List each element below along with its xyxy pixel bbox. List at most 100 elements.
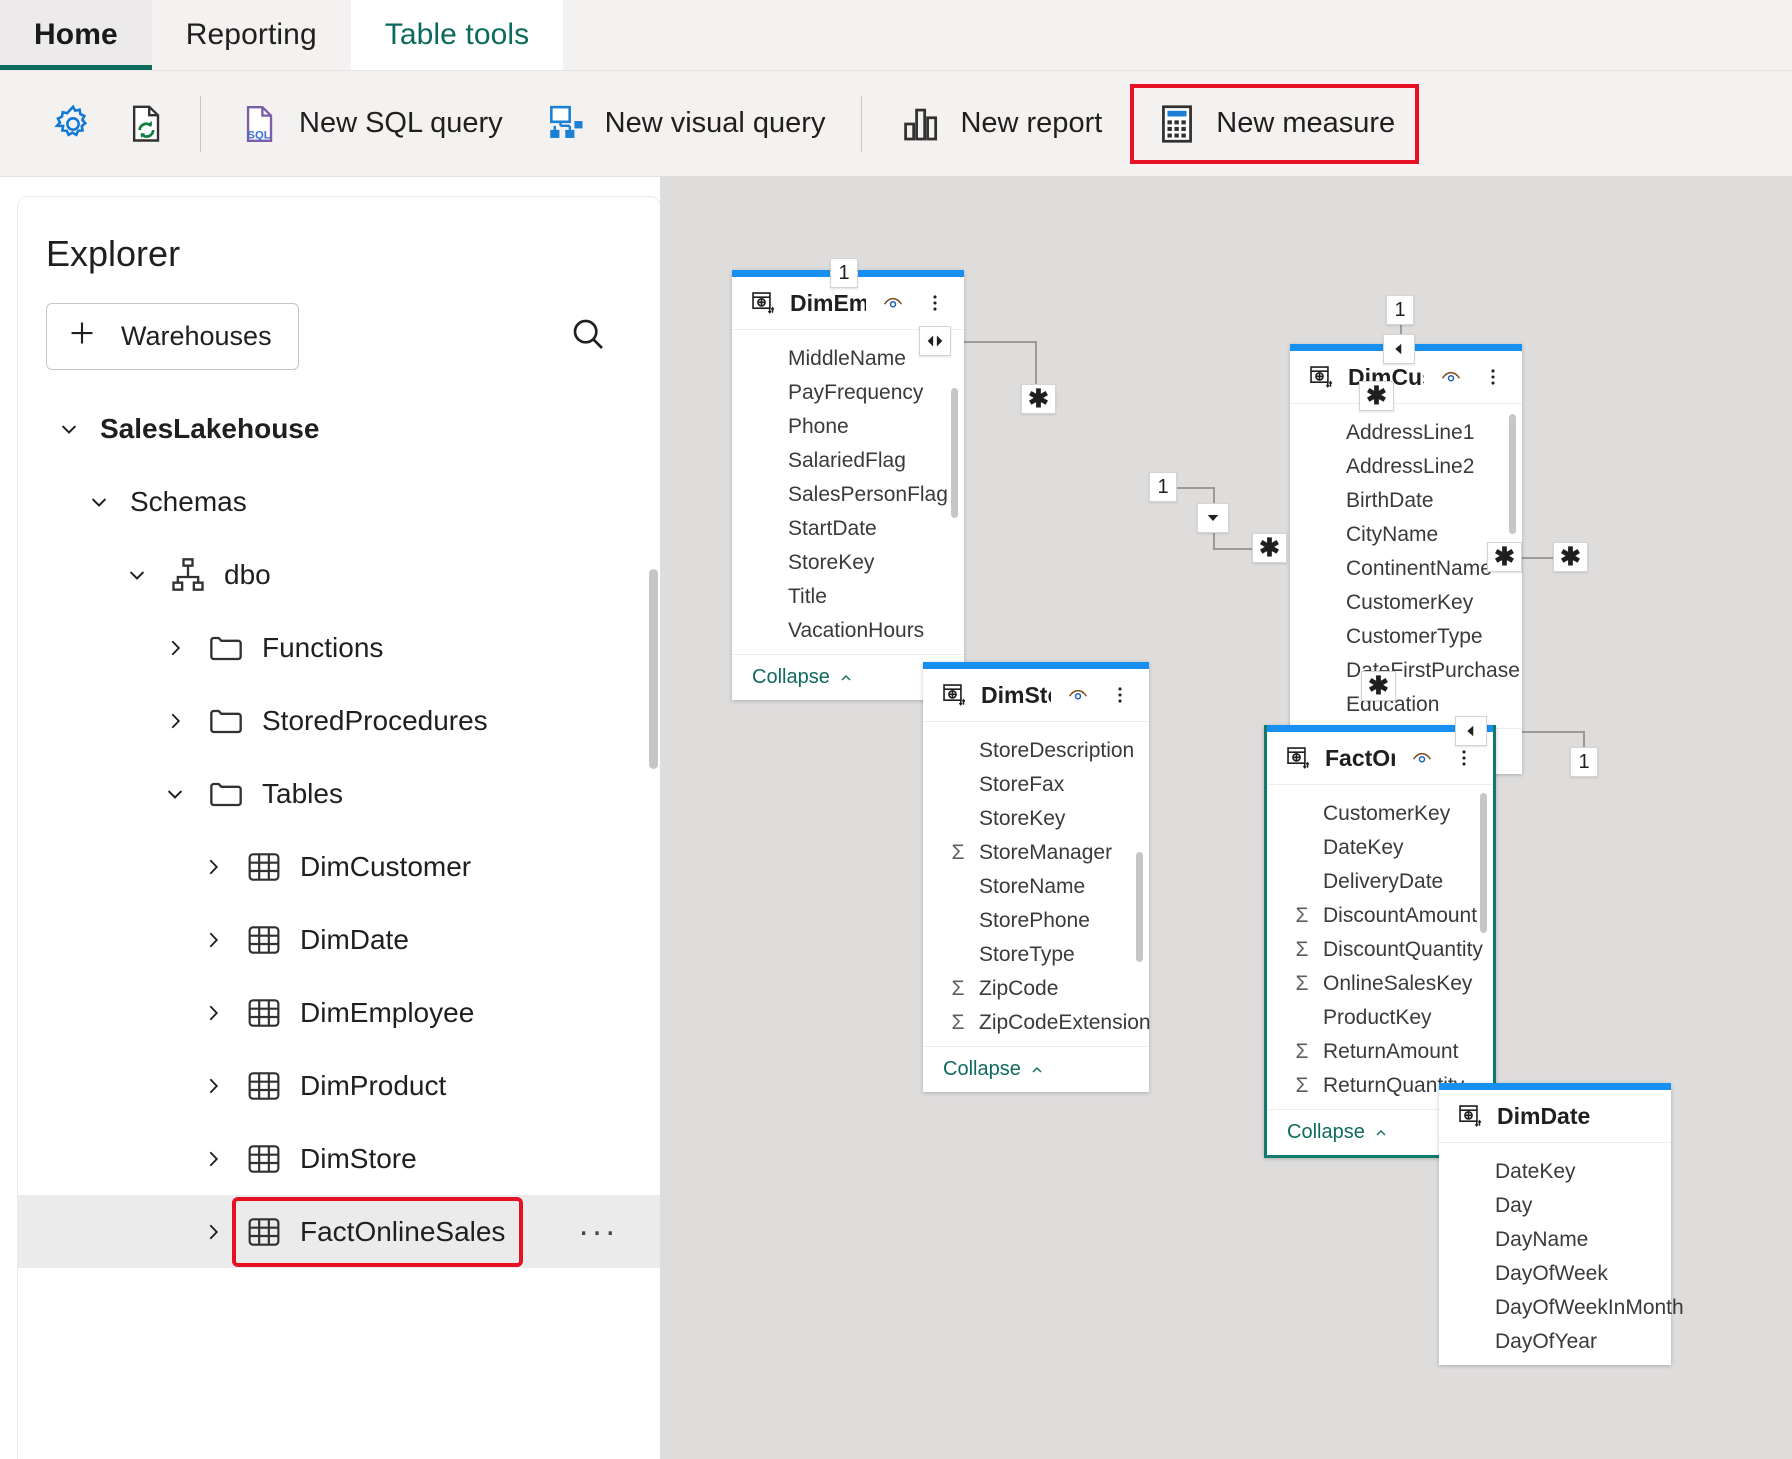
field-row[interactable]: AddressLine2 [1290,450,1522,484]
diagram-table-dimstore[interactable]: DimStore StoreDescription StoreFax Store… [923,662,1151,1092]
field-row[interactable]: StoreFax [923,768,1149,802]
collapse-button[interactable]: Collapse [923,1046,1149,1092]
field-row[interactable]: BirthDate [1290,484,1522,518]
search-button[interactable] [558,307,618,367]
tree-item-dimemployee[interactable]: DimEmployee [18,976,660,1049]
eye-icon[interactable] [1407,743,1437,773]
table-icon [236,1066,292,1106]
field-row[interactable]: SalariedFlag [732,444,964,478]
new-visual-query-button[interactable]: New visual query [523,88,846,160]
field-row[interactable]: VacationHours [732,614,964,648]
card-scrollbar[interactable] [1136,852,1143,962]
field-row[interactable]: DayOfWeekInMonth [1439,1291,1684,1325]
field-row[interactable]: Σ ZipCode [923,972,1149,1006]
tree-item-tables[interactable]: Tables [18,757,660,830]
field-row[interactable]: StorePhone [923,904,1149,938]
new-measure-button[interactable]: New measure [1130,83,1420,164]
tree-item-saleslakehouse[interactable]: SalesLakehouse [18,392,660,465]
card-title: FactOnlineSales [1325,744,1395,771]
field-row[interactable]: PayFrequency [732,376,964,410]
chevron-right-icon[interactable] [190,1073,236,1099]
field-row[interactable]: Σ StoreManager [923,836,1149,870]
field-row[interactable]: Title [732,580,964,614]
bar-chart-icon [898,101,944,147]
chevron-down-icon[interactable] [152,780,198,808]
field-row[interactable]: DeliveryDate [1267,865,1493,899]
folder-icon [198,628,254,668]
chevron-right-icon[interactable] [152,635,198,661]
field-row[interactable]: Σ DiscountAmount [1267,899,1493,933]
field-row[interactable]: Σ OnlineSalesKey [1267,967,1493,1001]
tree-item-dimproduct[interactable]: DimProduct [18,1049,660,1122]
chevron-right-icon[interactable] [190,1000,236,1026]
field-row[interactable]: Phone [732,410,964,444]
field-name: Day [1495,1194,1533,1217]
field-name: DiscountAmount [1323,904,1478,927]
tree-item-functions[interactable]: Functions [18,611,660,684]
refresh-button[interactable] [110,88,184,160]
tree-item-schemas[interactable]: Schemas [18,465,660,538]
explorer-scrollbar[interactable] [649,569,658,769]
settings-button[interactable] [36,88,110,160]
field-row[interactable]: DayOfYear [1439,1325,1671,1359]
field-row[interactable]: Σ ReturnAmount [1267,1035,1493,1069]
tree-item-dbo[interactable]: dbo [18,538,660,611]
field-row[interactable]: DayName [1439,1223,1671,1257]
chevron-right-icon[interactable] [190,1146,236,1172]
field-row[interactable]: CustomerKey [1267,797,1493,831]
chevron-down-icon[interactable] [76,488,122,516]
add-warehouses-button[interactable]: Warehouses [46,303,299,370]
more-options-icon[interactable] [1478,362,1508,392]
field-row[interactable]: DateKey [1267,831,1493,865]
chevron-right-icon[interactable] [152,708,198,734]
field-row[interactable]: Σ DiscountQuantity [1267,933,1493,967]
chevron-right-icon[interactable] [190,1219,236,1245]
tab-reporting[interactable]: Reporting [152,0,351,70]
field-row[interactable]: Σ ZipCodeExtension [923,1006,1151,1040]
field-row[interactable]: DayOfWeek [1439,1257,1671,1291]
card-scrollbar[interactable] [1509,414,1516,534]
field-row[interactable]: DateFirstPurchase [1290,654,1522,688]
field-row[interactable]: StoreKey [732,546,964,580]
field-row[interactable]: SalesPersonFlag [732,478,964,512]
tab-table-tools[interactable]: Table tools [350,0,564,70]
more-options-button[interactable]: ··· [578,1212,618,1251]
field-row[interactable]: Education [1290,688,1522,722]
more-options-icon[interactable] [920,288,950,318]
field-row[interactable]: CustomerType [1290,620,1522,654]
field-row[interactable]: Day [1439,1189,1671,1223]
chevron-right-icon[interactable] [190,927,236,953]
eye-icon[interactable] [1436,362,1466,392]
table-relationship-icon [1283,743,1313,773]
card-scrollbar[interactable] [1480,793,1487,933]
tree-item-dimdate[interactable]: DimDate [18,903,660,976]
tab-home[interactable]: Home [0,0,152,70]
field-row[interactable]: CustomerKey [1290,586,1522,620]
more-options-icon[interactable] [1105,680,1135,710]
new-report-button[interactable]: New report [878,88,1122,160]
more-options-icon[interactable] [1449,743,1479,773]
tree-item-storedprocedures[interactable]: StoredProcedures [18,684,660,757]
diagram-table-dimdate[interactable]: DimDate DateKey Day DayName DayOfWeek Da… [1439,1083,1684,1365]
chevron-right-icon[interactable] [190,854,236,880]
model-diagram-canvas[interactable]: 1 ✱ 1 ✱ 1 ✱ ✱ 1 ✱ ✱ DimEm MiddleName Pay… [660,177,1792,1459]
chevron-down-icon[interactable] [46,415,92,443]
field-row[interactable]: StartDate [732,512,964,546]
field-row[interactable]: DateKey [1439,1155,1671,1189]
eye-icon[interactable] [1063,680,1093,710]
eye-icon[interactable] [878,288,908,318]
tree-item-factonlinesales[interactable]: FactOnlineSales ··· [18,1195,660,1268]
chevron-up-icon [1376,1129,1386,1135]
tree-item-dimstore[interactable]: DimStore [18,1122,660,1195]
field-row[interactable]: StoreName [923,870,1149,904]
table-relationship-icon [1455,1101,1485,1131]
field-row[interactable]: StoreKey [923,802,1149,836]
card-scrollbar[interactable] [951,388,958,518]
field-row[interactable]: StoreType [923,938,1149,972]
field-row[interactable]: AddressLine1 [1290,416,1522,450]
tree-item-dimcustomer[interactable]: DimCustomer [18,830,660,903]
chevron-down-icon[interactable] [114,561,160,589]
field-row[interactable]: ProductKey [1267,1001,1493,1035]
field-row[interactable]: StoreDescription [923,734,1149,768]
new-sql-query-button[interactable]: SQL New SQL query [217,88,523,160]
